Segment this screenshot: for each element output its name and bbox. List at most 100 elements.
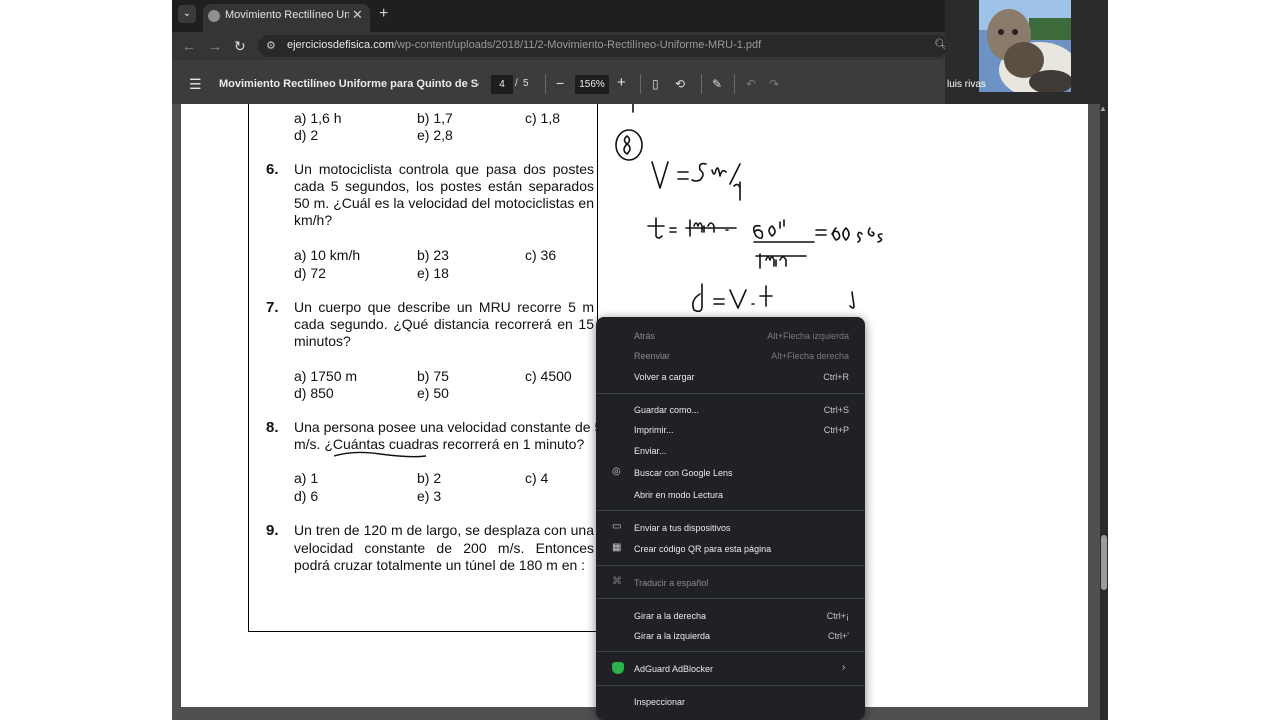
site-settings-icon[interactable]: ⚙: [266, 39, 276, 52]
page-total: 5: [523, 78, 529, 89]
scroll-up-arrow-icon[interactable]: ▲: [1099, 104, 1107, 113]
right-margin: [1108, 0, 1280, 720]
shortcut-save: Ctrl+S: [823, 405, 849, 415]
toolbar-divider: [734, 74, 735, 94]
chevron-right-icon: ›: [842, 662, 846, 673]
toolbar-divider: [545, 74, 546, 94]
devices-icon: ▭: [612, 521, 622, 532]
webcam-video-cat: [979, 0, 1071, 92]
menu-item-translate[interactable]: Traducir a español: [634, 578, 708, 588]
menu-item-reading-mode[interactable]: Abrir en modo Lectura: [634, 490, 723, 500]
reload-icon[interactable]: ↻: [234, 38, 246, 55]
answer-option: e) 18: [417, 265, 449, 281]
zoom-level-input[interactable]: 156%: [575, 75, 609, 94]
answer-option: d) 6: [294, 488, 319, 504]
menu-item-google-lens[interactable]: Buscar con Google Lens: [634, 468, 733, 478]
menu-separator: [596, 565, 865, 566]
answer-option: b) 1,7: [417, 110, 453, 126]
question-text: podrá cruzar totalmente un túnel de 180 …: [294, 557, 586, 573]
tab-close-button[interactable]: ✕: [352, 7, 363, 23]
answer-option: c) 1,8: [525, 110, 561, 126]
answer-option: d) 72: [294, 265, 326, 281]
url-text[interactable]: ejerciciosdefisica.com/wp-content/upload…: [287, 39, 761, 51]
question-number: 8.: [266, 419, 279, 436]
fit-page-icon[interactable]: ▯: [652, 77, 659, 91]
back-arrow-icon[interactable]: ←: [182, 38, 196, 54]
menu-item-rotate-right[interactable]: Girar a la derecha: [634, 611, 706, 621]
redo-icon[interactable]: ↷: [769, 77, 779, 91]
answer-option: a) 1,6 h: [294, 110, 342, 126]
question-text: cada segundo. ¿Qué distancia recorrerá e…: [294, 316, 594, 332]
menu-item-adguard[interactable]: AdGuard AdBlocker: [634, 664, 713, 674]
menu-icon[interactable]: ☰: [189, 76, 202, 93]
answer-option: e) 3: [417, 488, 442, 504]
menu-item-rotate-left[interactable]: Girar a la izquierda: [634, 631, 710, 641]
question-text: cada 5 segundos, los postes están separa…: [294, 178, 594, 194]
toolbar-divider: [640, 74, 641, 94]
globe-icon: [208, 10, 220, 22]
answer-option: c) 4: [525, 470, 549, 486]
question-text: Una persona posee una velocidad constant…: [294, 419, 603, 435]
scrollbar-track[interactable]: [1100, 104, 1108, 720]
menu-item-back[interactable]: Atrás: [634, 331, 655, 341]
participant-name: luis rivas: [947, 79, 986, 90]
shortcut-reload: Ctrl+R: [823, 372, 849, 382]
question-text: 50 m. ¿Cuál es la velocidad del motocicl…: [294, 195, 594, 211]
answer-option: d) 850: [294, 385, 334, 401]
translate-icon: ⌘: [612, 576, 622, 587]
question-number: 7.: [266, 299, 279, 316]
scrollbar-thumb[interactable]: [1101, 535, 1107, 590]
page-number-input[interactable]: 4: [491, 75, 513, 94]
url-path: /wp-content/uploads/2018/11/2-Movimiento…: [393, 39, 762, 51]
question-number: 6.: [266, 161, 279, 178]
menu-item-reload[interactable]: Volver a cargar: [634, 372, 695, 382]
document-title: Movimiento Rectilíneo Uniforme para Quin…: [219, 78, 479, 90]
underline-annotation: [333, 451, 427, 458]
zoom-in-button[interactable]: +: [617, 74, 626, 91]
adguard-shield-icon: [612, 662, 624, 674]
google-lens-icon: ◎: [612, 466, 621, 477]
answer-option: b) 23: [417, 247, 449, 263]
qr-code-icon: ▦: [612, 542, 622, 553]
answer-option: d) 2: [294, 127, 319, 143]
answer-option: a) 1: [294, 470, 319, 486]
menu-separator: [596, 510, 865, 511]
menu-item-forward[interactable]: Reenviar: [634, 351, 670, 361]
menu-separator: [596, 393, 865, 394]
question-text: velocidad constante de 200 m/s. Entonces: [294, 540, 594, 556]
menu-separator: [596, 685, 865, 686]
answer-option: c) 4500: [525, 368, 572, 384]
shortcut-print: Ctrl+P: [823, 425, 849, 435]
answer-option: b) 2: [417, 470, 442, 486]
shortcut-back: Alt+Flecha izquierda: [767, 331, 849, 341]
forward-arrow-icon[interactable]: →: [208, 38, 222, 54]
menu-item-send[interactable]: Enviar...: [634, 446, 667, 456]
url-host: ejerciciosdefisica.com: [287, 39, 394, 51]
shortcut-forward: Alt+Flecha derecha: [771, 351, 849, 361]
handwritten-annotations: [615, 104, 883, 313]
zoom-out-button[interactable]: −: [556, 75, 564, 91]
question-text: Un cuerpo que describe un MRU recorre 5 …: [294, 299, 594, 315]
menu-separator: [596, 598, 865, 599]
question-text: km/h?: [294, 212, 333, 228]
menu-separator: [596, 651, 865, 652]
tab-search-button[interactable]: ⌄: [178, 5, 196, 23]
rotate-icon[interactable]: ⟲: [675, 77, 685, 91]
question-number: 9.: [266, 522, 279, 539]
menu-item-qr-code[interactable]: Crear código QR para esta página: [634, 544, 771, 554]
new-tab-button[interactable]: +: [379, 5, 388, 23]
tab-title[interactable]: Movimiento Rectilíneo Uniforme: [225, 9, 349, 23]
menu-item-send-to-devices[interactable]: Enviar a tus dispositivos: [634, 523, 731, 533]
menu-item-save-as[interactable]: Guardar como...: [634, 405, 699, 415]
menu-item-inspect[interactable]: Inspeccionar: [634, 697, 685, 707]
answer-option: e) 50: [417, 385, 449, 401]
draw-icon[interactable]: ✎: [712, 77, 722, 91]
answer-option: a) 10 km/h: [294, 247, 361, 263]
answer-option: b) 75: [417, 368, 449, 384]
answer-option: e) 2,8: [417, 127, 453, 143]
answer-option: a) 1750 m: [294, 368, 358, 384]
menu-item-print[interactable]: Imprimir...: [634, 425, 674, 435]
undo-icon[interactable]: ↶: [746, 77, 756, 91]
toolbar-divider: [701, 74, 702, 94]
question-text: Un motociclista controla que pasa dos po…: [294, 161, 594, 177]
